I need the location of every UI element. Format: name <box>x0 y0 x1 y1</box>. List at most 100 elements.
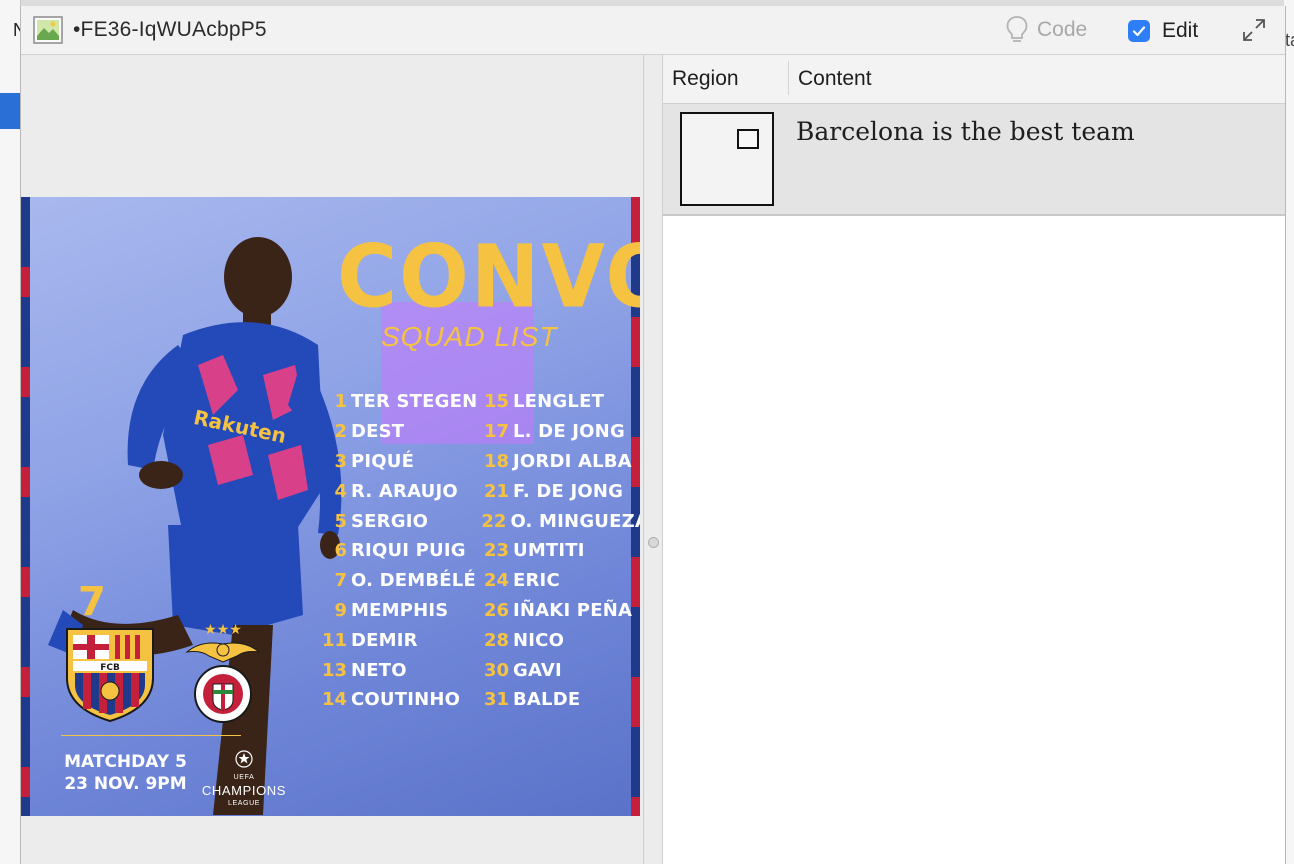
shirt-number: 15 <box>483 391 509 413</box>
player-name: L. DE JONG <box>513 421 625 443</box>
poster-headline: CONVO <box>337 227 640 328</box>
background-app-char-right: ta <box>1285 30 1294 50</box>
player-name: TER STEGEN <box>351 391 478 413</box>
shirt-number: 30 <box>483 659 509 681</box>
player-name: COUTINHO <box>351 689 461 711</box>
squad-row: 22 O. MINGUEZA <box>479 506 640 536</box>
splitter-handle[interactable] <box>648 537 659 548</box>
squad-row: 18 JORDI ALBA <box>479 447 640 477</box>
player-name: LENGLET <box>513 391 605 413</box>
image-canvas[interactable]: Rakuten 7 CONVO SQUAD LIST 1TER STEGEN <box>21 55 643 864</box>
shirt-number: 9 <box>334 599 347 621</box>
squad-row: 31 BALDE <box>479 685 640 715</box>
squad-row: 21 F. DE JONG <box>479 476 640 506</box>
poster-divider <box>61 735 241 736</box>
checkbox-icon[interactable] <box>1128 20 1150 42</box>
column-header-content[interactable]: Content <box>798 67 872 91</box>
squad-row: 2 DEST <box>317 417 487 447</box>
player-name: IÑAKI PEÑA <box>513 599 633 621</box>
fcb-crest-text: FCB <box>100 663 120 673</box>
background-app-selection <box>0 93 20 129</box>
player-name: ERIC <box>513 570 560 592</box>
lightbulb-icon <box>1006 16 1028 42</box>
player-name: JORDI ALBA <box>513 450 632 472</box>
squad-row: 7 O. DEMBÉLÉ <box>317 566 487 596</box>
player-name: F. DE JONG <box>513 480 624 502</box>
squad-row: 17 L. DE JONG <box>479 417 640 447</box>
shirt-number: 21 <box>483 480 509 502</box>
shirt-number: 2 <box>334 421 347 443</box>
squad-row: 3 PIQUÉ <box>317 447 487 477</box>
squad-row: 4 R. ARAUJO <box>317 476 487 506</box>
match-date: 23 NOV. 9PM <box>64 774 187 794</box>
shirt-number: 24 <box>483 570 509 592</box>
edit-toggle[interactable]: Edit <box>1128 17 1198 45</box>
file-title: •FE36-IqWUAcbpP5 <box>73 18 267 41</box>
shirt-number: 4 <box>334 480 347 502</box>
shirt-number: 28 <box>483 629 509 651</box>
fcb-crest-icon: FCB <box>66 628 154 723</box>
squad-list-left: 1 TER STEGEN 2 DEST 3 PIQUÉ 4 R. ARAUJO 5 SER… <box>317 387 487 715</box>
competition-line1: CHAMPIONS <box>201 783 287 798</box>
squad-row: 24 ERIC <box>479 566 640 596</box>
player-name: DEMIR <box>351 629 418 651</box>
squad-list-right: 15 LENGLET 17 L. DE JONG 18 JORDI ALBA 21 F.… <box>479 387 640 715</box>
player-name: O. DEMBÉLÉ <box>351 570 476 592</box>
shirt-number: 18 <box>483 450 509 472</box>
shirt-number: 22 <box>481 510 507 532</box>
player-name: NETO <box>351 659 407 681</box>
player-name: DEST <box>351 421 405 443</box>
squad-row: 14 COUTINHO <box>317 685 487 715</box>
region-content-text[interactable]: Barcelona is the best team <box>796 117 1135 146</box>
squad-row: 13 NETO <box>317 655 487 685</box>
squad-poster-image: Rakuten 7 CONVO SQUAD LIST 1TER STEGEN <box>21 197 640 816</box>
shirt-number: 3 <box>334 450 347 472</box>
image-file-icon <box>33 16 63 44</box>
region-marker <box>737 129 759 149</box>
ucl-starball-icon <box>235 750 253 768</box>
shirt-number: 26 <box>483 599 509 621</box>
poster-subtitle: SQUAD LIST <box>381 321 558 352</box>
poster-stripe-left <box>21 197 30 816</box>
column-header-region[interactable]: Region <box>672 67 739 91</box>
champions-league-logo: UEFA CHAMPIONS LEAGUE <box>199 749 289 810</box>
shirt-number: 23 <box>483 540 509 562</box>
column-separator[interactable] <box>788 61 789 95</box>
shirt-number: 17 <box>483 421 509 443</box>
player-name: BALDE <box>513 689 581 711</box>
squad-row: 9 MEMPHIS <box>317 596 487 626</box>
player-name: MEMPHIS <box>351 599 449 621</box>
player-name: RIQUI PUIG <box>351 540 466 562</box>
code-label: Code <box>1037 18 1088 41</box>
squad-row: 5 SERGIO <box>317 506 487 536</box>
titlebar: •FE36-IqWUAcbpP5 Code Edit <box>21 6 1285 55</box>
svg-text:★★★: ★★★ <box>204 622 242 638</box>
matchday-label: MATCHDAY 5 <box>64 752 187 772</box>
image-editor-window: •FE36-IqWUAcbpP5 Code Edit Rakuten 7 CON… <box>20 6 1286 864</box>
squad-row: 28 NICO <box>479 625 640 655</box>
squad-row: 26 IÑAKI PEÑA <box>479 596 640 626</box>
table-header: Region Content <box>663 55 1285 104</box>
shirt-number: 11 <box>321 629 347 651</box>
region-thumbnail[interactable] <box>680 112 774 206</box>
player-name: GAVI <box>513 659 562 681</box>
shirt-number: 14 <box>321 689 347 711</box>
background-app-left: N <box>0 0 26 864</box>
shirt-number: 5 <box>334 510 347 532</box>
squad-row: 1 TER STEGEN <box>317 387 487 417</box>
player-name: SERGIO <box>351 510 429 532</box>
shirt-number: 13 <box>321 659 347 681</box>
shirt-number: 31 <box>483 689 509 711</box>
table-row[interactable]: Barcelona is the best team <box>663 104 1285 216</box>
expand-icon[interactable] <box>1239 15 1269 45</box>
shirt-number: 6 <box>334 540 347 562</box>
edit-label: Edit <box>1162 19 1199 42</box>
squad-row: 11 DEMIR <box>317 625 487 655</box>
code-toggle[interactable]: Code <box>1005 15 1087 45</box>
squad-row: 6 RIQUI PUIG <box>317 536 487 566</box>
player-name: UMTITI <box>513 540 585 562</box>
shirt-number: 1 <box>334 391 347 413</box>
pane-splitter[interactable] <box>643 55 663 864</box>
match-info: MATCHDAY 5 23 NOV. 9PM <box>63 751 188 795</box>
squad-row: 15 LENGLET <box>479 387 640 417</box>
